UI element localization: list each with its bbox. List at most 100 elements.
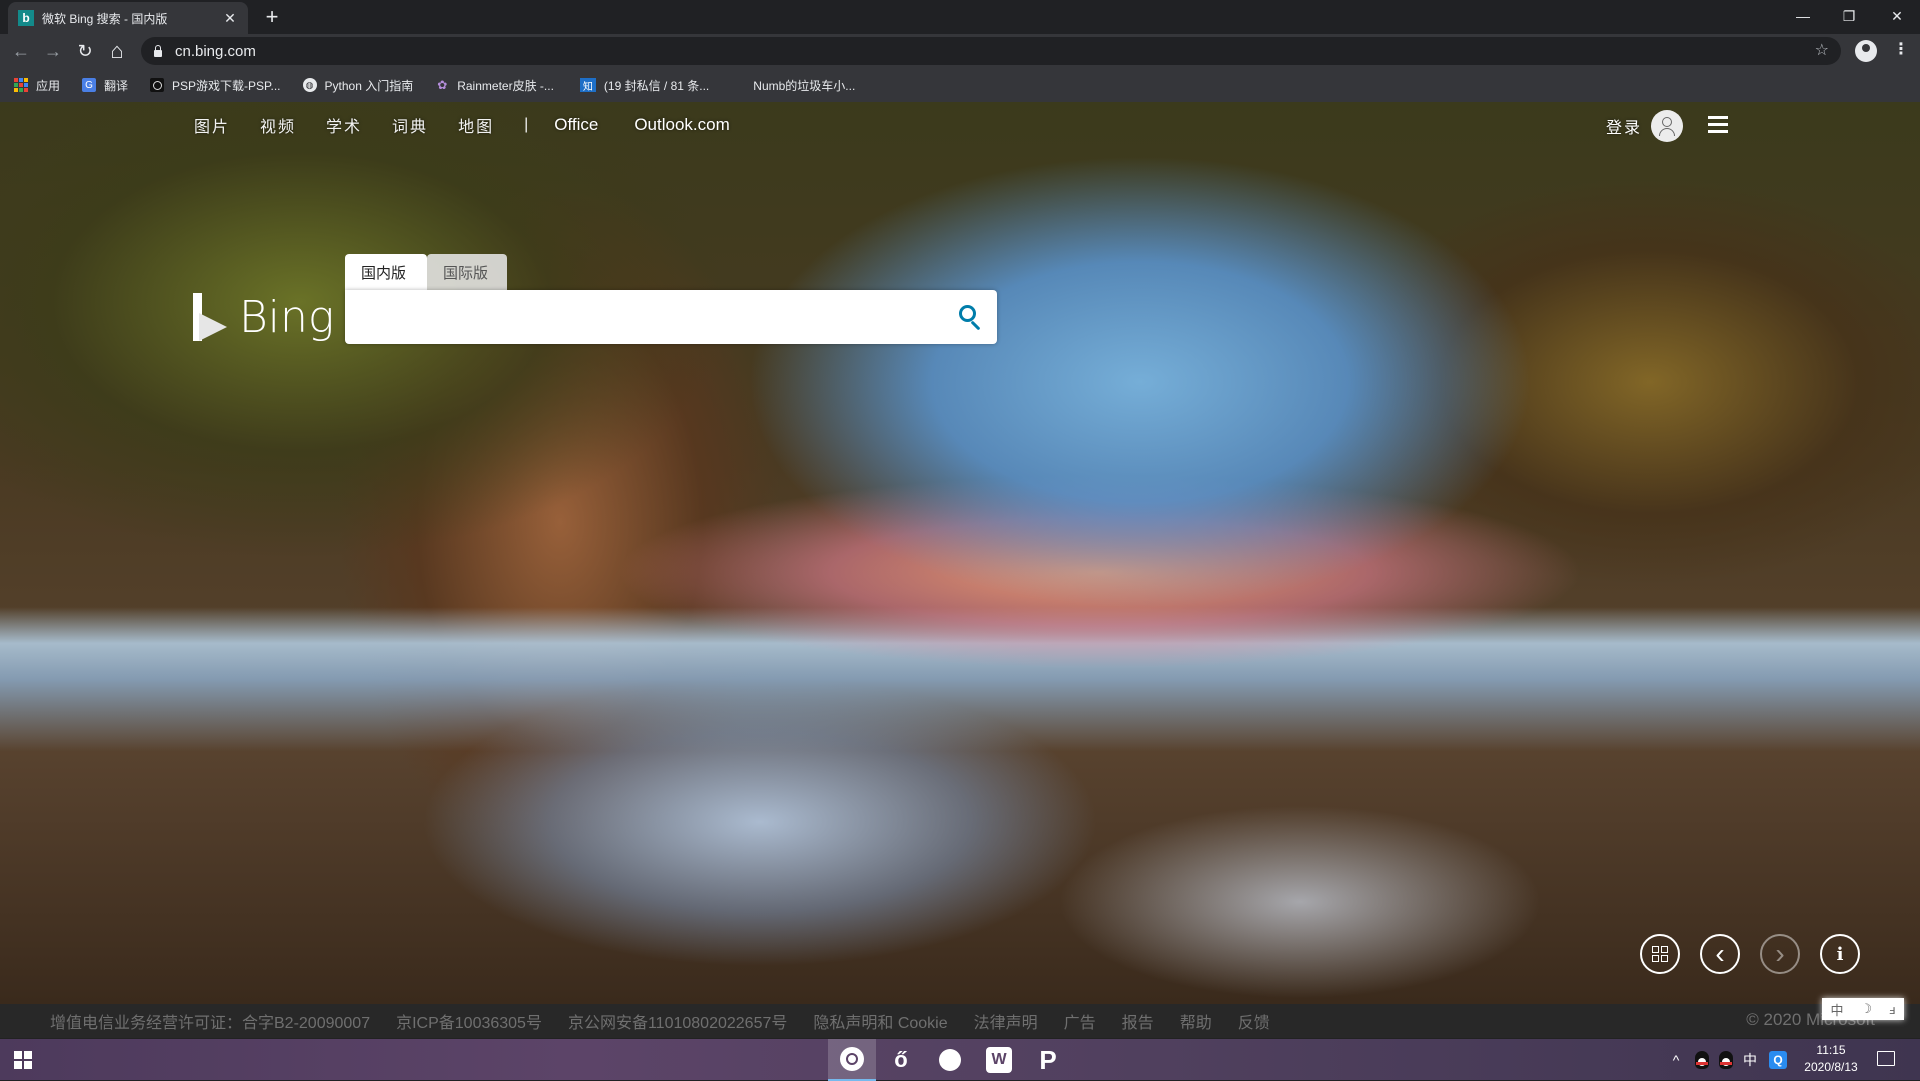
- address-bar[interactable]: cn.bing.com ☆: [141, 37, 1841, 65]
- footer-privacy[interactable]: 隐私声明和 Cookie: [813, 1009, 947, 1033]
- login-link[interactable]: 登录: [1606, 114, 1642, 138]
- forward-button[interactable]: →: [39, 37, 67, 65]
- qr-code-icon: [1652, 946, 1668, 962]
- back-button[interactable]: ←: [7, 37, 35, 65]
- bing-top-nav: 图片 视频 学术 词典 地图 | Office Outlook.com: [194, 112, 766, 138]
- bookmark-star-icon[interactable]: ☆: [1815, 40, 1829, 60]
- search-input[interactable]: [357, 298, 917, 336]
- footer-license[interactable]: 增值电信业务经营许可证：合字B2-20090007: [50, 1009, 370, 1033]
- nav-maps[interactable]: 地图: [458, 113, 494, 137]
- tab-domestic[interactable]: 国内版: [345, 254, 427, 290]
- p-app-icon: P: [1039, 1044, 1057, 1075]
- bookmarks-bar: 应用 G 翻译 PSP游戏下载-PSP... ◍ Python 入门指南 ✿ R…: [0, 68, 1920, 102]
- image-info-button[interactable]: i: [1820, 934, 1860, 974]
- bookmark-python[interactable]: ◍ Python 入门指南: [302, 77, 413, 94]
- chrome-icon: [840, 1047, 864, 1071]
- previous-image-button[interactable]: ‹: [1700, 934, 1740, 974]
- bing-favicon-icon: b: [18, 10, 34, 26]
- bookmark-zhihu[interactable]: 知 (19 封私信 / 81 条...: [579, 77, 710, 94]
- nav-dictionary[interactable]: 词典: [392, 113, 428, 137]
- reload-button[interactable]: ↻: [71, 37, 99, 65]
- bing-wordmark: Bing: [239, 292, 335, 343]
- ime-halfwidth-icon[interactable]: ☽: [1860, 1001, 1872, 1017]
- ime-settings-icon[interactable]: ⅎ: [1889, 1002, 1895, 1017]
- zhihu-icon: 知: [579, 78, 596, 93]
- footer-help[interactable]: 帮助: [1180, 1009, 1212, 1033]
- user-avatar-icon[interactable]: [1651, 110, 1683, 142]
- tray-ime-indicator[interactable]: 中: [1738, 1039, 1762, 1081]
- chevron-right-icon: ›: [1775, 938, 1785, 969]
- taskbar-p-app[interactable]: P: [1024, 1039, 1072, 1081]
- url-text: cn.bing.com: [175, 42, 256, 60]
- restore-button[interactable]: ❐: [1826, 0, 1872, 32]
- bookmark-numb[interactable]: Numb的垃圾车小...: [753, 77, 855, 94]
- tray-overflow-chevron-icon[interactable]: ^: [1666, 1039, 1686, 1081]
- footer-legal[interactable]: 法律声明: [974, 1009, 1038, 1033]
- w-app-icon: W: [986, 1047, 1012, 1073]
- netease-music-icon: ő: [894, 1047, 908, 1072]
- bing-homepage: 图片 视频 学术 词典 地图 | Office Outlook.com 登录 B…: [0, 102, 1920, 1004]
- bookmark-label: 应用: [36, 78, 61, 93]
- globe-icon: ◍: [302, 78, 317, 92]
- nav-images[interactable]: 图片: [194, 113, 230, 137]
- nav-videos[interactable]: 视频: [260, 113, 296, 137]
- taskbar-chrome[interactable]: [828, 1039, 876, 1081]
- tray-q-app-icon[interactable]: Q: [1766, 1039, 1790, 1081]
- action-center-icon[interactable]: [1877, 1051, 1895, 1066]
- browser-tab[interactable]: b 微软 Bing 搜索 - 国内版 ✕: [8, 2, 248, 34]
- hamburger-menu-icon[interactable]: [1708, 116, 1728, 133]
- chevron-left-icon: ‹: [1715, 938, 1725, 969]
- tab-close-icon[interactable]: ✕: [222, 10, 238, 27]
- minimize-button[interactable]: —: [1780, 0, 1826, 32]
- circle-icon: [150, 78, 165, 92]
- footer-feedback[interactable]: 反馈: [1238, 1009, 1270, 1033]
- footer-ads[interactable]: 广告: [1064, 1009, 1096, 1033]
- close-window-button[interactable]: ✕: [1874, 0, 1920, 32]
- bookmark-label: (19 封私信 / 81 条...: [603, 78, 710, 93]
- ime-toolbar: 中 ☽ ⅎ: [1822, 998, 1904, 1020]
- nav-office[interactable]: Office: [554, 115, 598, 135]
- nav-separator: |: [524, 116, 529, 133]
- qq-browser-icon: [939, 1049, 961, 1071]
- bing-footer: 增值电信业务经营许可证：合字B2-20090007 京ICP备10036305号…: [0, 1004, 1920, 1038]
- nav-academic[interactable]: 学术: [326, 113, 362, 137]
- footer-police-record[interactable]: 京公网安备11010802022657号: [568, 1009, 787, 1033]
- rainmeter-icon: ✿: [437, 78, 448, 92]
- google-translate-icon: G: [82, 78, 97, 92]
- footer-icp[interactable]: 京ICP备10036305号: [396, 1009, 542, 1033]
- tab-strip: b 微软 Bing 搜索 - 国内版 ✕ + — ❐ ✕: [0, 0, 1920, 34]
- ime-chinese-mode[interactable]: 中: [1830, 1000, 1843, 1019]
- new-tab-button[interactable]: +: [258, 4, 286, 32]
- qr-code-button[interactable]: [1640, 934, 1680, 974]
- bookmark-translate[interactable]: G 翻译: [82, 77, 128, 94]
- info-icon: i: [1836, 943, 1844, 965]
- apps-grid-icon: [14, 78, 28, 92]
- tray-qq-icon[interactable]: [1690, 1039, 1714, 1081]
- browser-toolbar: ← → ↻ ⌂ cn.bing.com ☆: [0, 34, 1920, 68]
- tray-qq-icon-2[interactable]: [1714, 1039, 1738, 1081]
- taskbar-qq-browser[interactable]: [926, 1039, 974, 1081]
- taskbar-netease-music[interactable]: ő: [877, 1039, 925, 1081]
- taskbar-clock[interactable]: 11:15 2020/8/13: [1796, 1042, 1866, 1076]
- search-box: [345, 290, 997, 344]
- bookmark-apps[interactable]: 应用: [14, 77, 60, 94]
- profile-icon[interactable]: [1855, 40, 1877, 62]
- bing-logo[interactable]: Bing: [193, 292, 334, 343]
- clock-date: 2020/8/13: [1804, 1060, 1858, 1074]
- next-image-button[interactable]: ›: [1760, 934, 1800, 974]
- search-button[interactable]: [955, 302, 985, 332]
- nav-outlook[interactable]: Outlook.com: [634, 115, 729, 135]
- home-button[interactable]: ⌂: [103, 37, 131, 65]
- bookmark-psp[interactable]: PSP游戏下载-PSP...: [150, 77, 281, 94]
- bookmark-rainmeter[interactable]: ✿ Rainmeter皮肤 -...: [435, 77, 554, 94]
- windows-taskbar: ő W P ^ 中 Q 11:15 2020/8/13: [0, 1038, 1920, 1081]
- footer-report[interactable]: 报告: [1122, 1009, 1154, 1033]
- chrome-menu-icon[interactable]: ⋮: [1893, 39, 1909, 59]
- taskbar-w-app[interactable]: W: [975, 1039, 1023, 1081]
- tab-international[interactable]: 国际版: [427, 254, 507, 290]
- lock-icon: [153, 45, 163, 57]
- bookmark-label: Numb的垃圾车小...: [753, 78, 856, 93]
- bing-b-icon: [193, 292, 229, 343]
- tab-title: 微软 Bing 搜索 - 国内版: [42, 11, 168, 26]
- windows-start-icon[interactable]: [14, 1051, 32, 1069]
